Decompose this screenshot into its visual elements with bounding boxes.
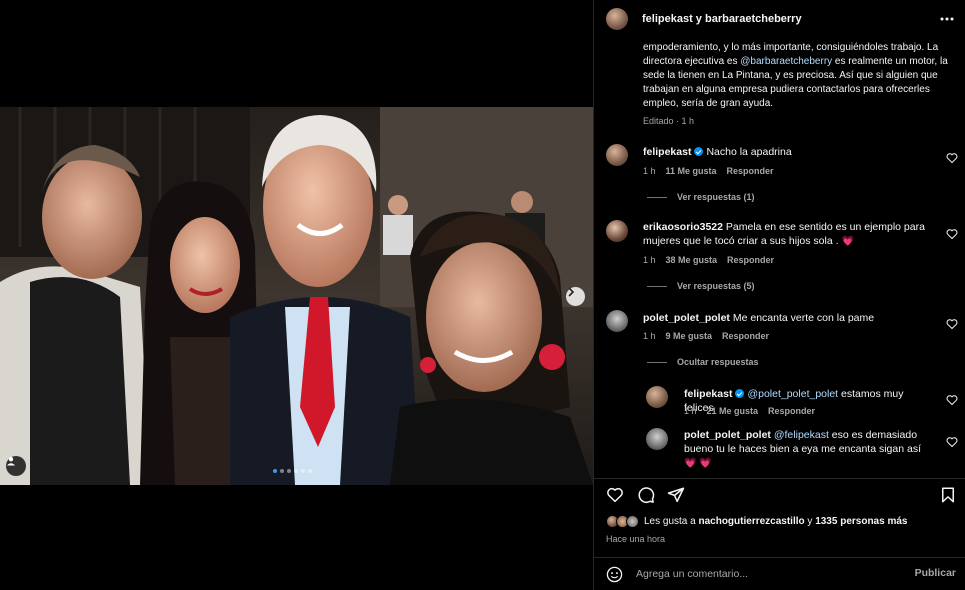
reply-mention[interactable]: @polet_polet_polet xyxy=(747,388,838,400)
post-authors[interactable]: felipekast y barbaraetcheberry xyxy=(642,13,802,25)
reply-button[interactable]: Responder xyxy=(727,255,774,265)
comment-username[interactable]: polet_polet_polet xyxy=(643,312,730,324)
comment-avatar[interactable] xyxy=(606,220,628,242)
verified-icon xyxy=(694,147,704,156)
comment-heart-icon[interactable] xyxy=(946,152,958,164)
comment-body: felipekast Nacho la apadrina xyxy=(643,145,933,159)
likes-user[interactable]: nachogutierrezcastillo xyxy=(698,516,804,527)
comment-likes[interactable]: 11 Me gusta xyxy=(666,166,717,176)
comment-box: Publicar xyxy=(594,558,965,590)
heart-emoji: 💗 💗 xyxy=(684,458,712,469)
view-replies-label: Ver respuestas (5) xyxy=(677,281,755,291)
reply-likes[interactable]: 21 Me gusta xyxy=(707,406,759,416)
comment-time: 1 h xyxy=(643,331,656,341)
verified-icon xyxy=(735,389,745,398)
emoji-icon[interactable] xyxy=(606,566,623,583)
reply-heart-icon[interactable] xyxy=(946,394,958,406)
comment-time: 1 h xyxy=(643,255,656,265)
comment-meta: 1 h 38 Me gusta Responder xyxy=(643,255,774,265)
carousel-dot xyxy=(280,469,284,473)
comment-text: Nacho la apadrina xyxy=(706,146,792,158)
reply-button[interactable]: Responder xyxy=(722,331,769,341)
reply-button[interactable]: Responder xyxy=(768,406,815,416)
carousel-dot xyxy=(287,469,291,473)
likes-text[interactable]: Les gusta a nachogutierrezcastillo y 133… xyxy=(644,516,907,527)
carousel-dot xyxy=(273,469,277,473)
reply-body: polet_polet_polet @felipekast eso es dem… xyxy=(684,428,934,471)
carousel-dot xyxy=(308,469,312,473)
carousel-dot xyxy=(294,469,298,473)
comment-likes[interactable]: 9 Me gusta xyxy=(666,331,713,341)
publish-button[interactable]: Publicar xyxy=(915,567,956,579)
comment-meta: 1 h 11 Me gusta Responder xyxy=(643,166,774,176)
heart-emoji: 💗 xyxy=(841,236,854,247)
post-side-panel: felipekast y barbaraetcheberry empoderam… xyxy=(593,0,965,590)
media-area xyxy=(0,0,593,590)
post-header: felipekast y barbaraetcheberry xyxy=(594,0,965,38)
reply-time: 1 h xyxy=(684,406,697,416)
tag-user-icon xyxy=(7,457,15,466)
reply-username[interactable]: felipekast xyxy=(684,388,732,400)
comment-input[interactable] xyxy=(636,564,896,584)
hide-replies-label: Ocultar respuestas xyxy=(677,357,759,367)
comment-time: 1 h xyxy=(643,166,656,176)
comment-text: Me encanta verte con la pame xyxy=(732,312,875,324)
more-icon[interactable] xyxy=(940,12,954,26)
next-slide-button[interactable] xyxy=(566,287,585,306)
post-photo[interactable] xyxy=(0,107,593,485)
view-replies-button[interactable]: Ver respuestas (1) xyxy=(647,192,755,202)
comment-avatar[interactable] xyxy=(606,310,628,332)
carousel-dot xyxy=(301,469,305,473)
liker-avatar[interactable] xyxy=(626,515,639,528)
reply-button[interactable]: Responder xyxy=(727,166,774,176)
likes-count[interactable]: 1335 personas más xyxy=(815,516,907,527)
comment-likes[interactable]: 38 Me gusta xyxy=(666,255,718,265)
post-time: Hace una hora xyxy=(606,534,666,544)
comment-heart-icon[interactable] xyxy=(946,318,958,330)
share-icon[interactable] xyxy=(667,486,685,504)
bookmark-icon[interactable] xyxy=(939,486,957,504)
likes-summary: Les gusta a nachogutierrezcastillo y 133… xyxy=(606,515,907,528)
comment-body: polet_polet_polet Me encanta verte con l… xyxy=(643,311,933,325)
divider xyxy=(594,478,965,479)
post-caption: empoderamiento, y lo más importante, con… xyxy=(643,41,961,111)
reply-meta: 1 h 21 Me gusta Responder xyxy=(684,406,815,416)
likes-middle: y xyxy=(804,516,816,527)
chevron-right-icon xyxy=(568,287,575,297)
comment-avatar[interactable] xyxy=(606,144,628,166)
likes-prefix: Les gusta a xyxy=(644,516,699,527)
reply-username[interactable]: polet_polet_polet xyxy=(684,429,771,441)
liker-avatars xyxy=(606,515,639,528)
photo-illustration xyxy=(0,107,593,485)
carousel-dots xyxy=(273,469,312,473)
reply-avatar[interactable] xyxy=(646,386,668,408)
comment-username[interactable]: erikaosorio3522 xyxy=(643,221,723,233)
comment-username[interactable]: felipekast xyxy=(643,146,691,158)
view-replies-label: Ver respuestas (1) xyxy=(677,192,755,202)
caption-mention[interactable]: @barbaraetcheberry xyxy=(740,56,832,67)
view-replies-button[interactable]: Ver respuestas (5) xyxy=(647,281,755,291)
reply-heart-icon[interactable] xyxy=(946,436,958,448)
tagged-users-button[interactable] xyxy=(6,456,26,476)
comment-body: erikaosorio3522 Pamela en ese sentido es… xyxy=(643,220,933,249)
author-avatar[interactable] xyxy=(606,8,628,30)
reply-mention[interactable]: @felipekast xyxy=(774,429,829,441)
comment-heart-icon[interactable] xyxy=(946,228,958,240)
heart-icon[interactable] xyxy=(606,486,624,504)
comment-icon[interactable] xyxy=(637,486,655,504)
caption-meta: Editado · 1 h xyxy=(643,116,695,126)
comment-meta: 1 h 9 Me gusta Responder xyxy=(643,331,769,341)
reply-avatar[interactable] xyxy=(646,428,668,450)
hide-replies-button[interactable]: Ocultar respuestas xyxy=(647,357,759,367)
